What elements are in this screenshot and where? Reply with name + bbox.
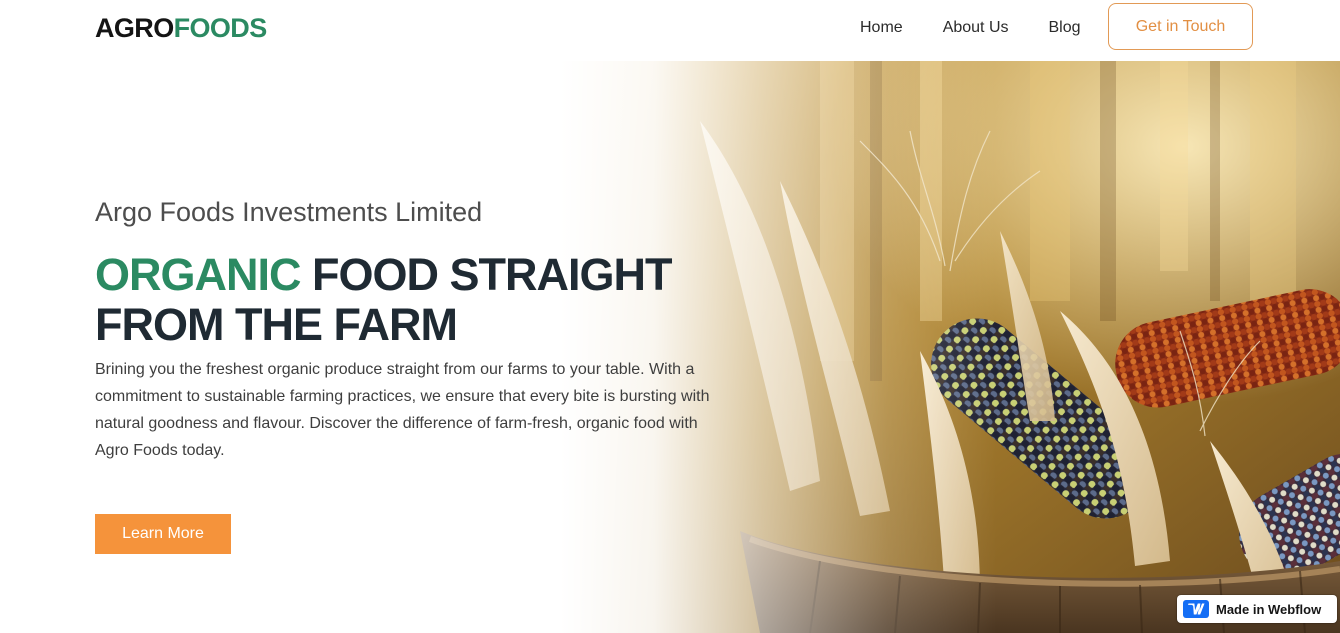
nav-link-about-us[interactable]: About Us bbox=[943, 19, 1009, 37]
nav-links: Home About Us Blog bbox=[860, 0, 1081, 56]
logo-part-2: FOODS bbox=[173, 13, 268, 43]
hero-eyebrow: Argo Foods Investments Limited bbox=[95, 197, 483, 227]
hero-title: ORGANIC FOOD STRAIGHT FROM THE FARM bbox=[95, 250, 695, 350]
get-in-touch-button[interactable]: Get in Touch bbox=[1108, 3, 1253, 50]
nav-link-blog[interactable]: Blog bbox=[1049, 19, 1081, 37]
page: AGROFOODS Home About Us Blog Get in Touc… bbox=[0, 0, 1340, 633]
navbar: AGROFOODS Home About Us Blog Get in Touc… bbox=[0, 0, 1340, 61]
hero-description: Brining you the freshest organic produce… bbox=[95, 361, 710, 459]
made-in-webflow-badge[interactable]: Made in Webflow bbox=[1177, 595, 1337, 623]
logo[interactable]: AGROFOODS bbox=[95, 12, 267, 44]
hero-title-accent: ORGANIC bbox=[95, 249, 301, 300]
made-in-webflow-label: Made in Webflow bbox=[1216, 601, 1322, 617]
nav-link-home[interactable]: Home bbox=[860, 19, 903, 37]
logo-part-1: AGRO bbox=[95, 13, 174, 43]
webflow-icon bbox=[1183, 600, 1209, 618]
learn-more-button[interactable]: Learn More bbox=[95, 514, 231, 554]
